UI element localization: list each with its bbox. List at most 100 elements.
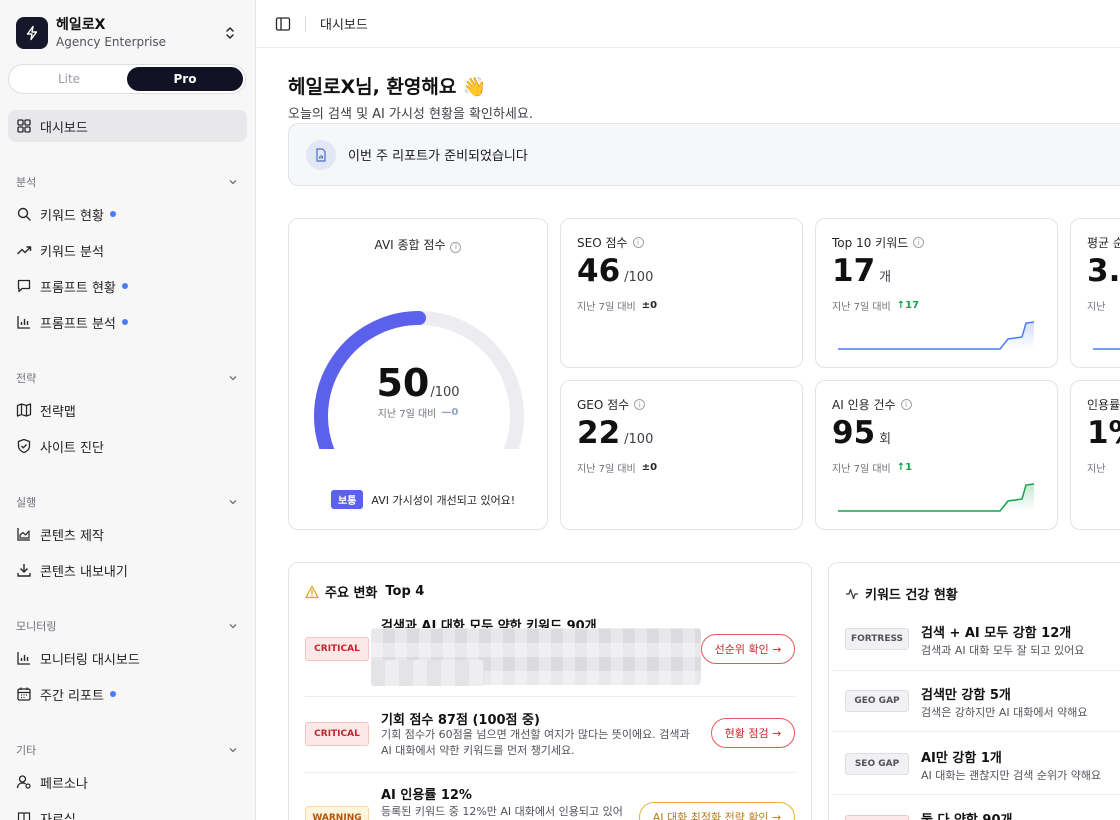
sidebar-item-site-diagnosis[interactable]: 사이트 진단 (8, 430, 247, 462)
avi-status-row: 보통 AVI 가시성이 개선되고 있어요! (331, 490, 515, 509)
metric-title: Top 10 키워드 i (832, 234, 925, 251)
metric-value: 3.9 (1087, 253, 1120, 289)
metric-value-row: 1% (1087, 415, 1120, 451)
health-item-fortress[interactable]: FORTRESS 검색 + AI 모두 강함 12개 검색과 AI 대화 모두 … (845, 626, 1120, 672)
change-title: AI 인용률 12% (381, 788, 472, 803)
metric-value-row: 46/100 (577, 253, 653, 289)
section-analysis[interactable]: 분석 (16, 174, 239, 190)
health-tag: FORTRESS (845, 628, 909, 650)
org-name: 헤일로X (56, 16, 106, 33)
priority-check-button[interactable]: 선순위 확인 → (701, 634, 795, 664)
plan-lite-button[interactable]: Lite (11, 67, 127, 91)
metric-compare: 지난 (1087, 464, 1106, 475)
sidebar-item-library[interactable]: 자료실 (8, 802, 247, 820)
health-tag: SEO GAP (845, 753, 909, 775)
section-label: 실행 (16, 496, 37, 509)
health-title: 둘 다 약함 90개 (921, 809, 1012, 820)
metric-value-row: 95 회 (832, 415, 891, 451)
chevron-down-icon (229, 376, 237, 381)
app-root: 헤일로X Agency Enterprise Lite Pro 대시보드 분석 … (0, 0, 1120, 820)
change-item: CRITICAL 기회 점수 87점 (100점 중) 기회 점수가 60점을 … (305, 709, 795, 769)
sidebar-item-content-export[interactable]: 콘텐츠 내보내기 (8, 554, 247, 586)
section-other[interactable]: 기타 (16, 742, 239, 758)
section-label: 모니터링 (16, 620, 57, 633)
metric-compare: 지난 7일 대비 ↑17 (832, 300, 920, 313)
sidebar-item-label: 페르소나 (40, 776, 88, 792)
sidebar-item-keyword-analysis[interactable]: 키워드 분석 (8, 234, 247, 266)
metric-compare: 지난 7일 대비 ↑1 (832, 462, 913, 475)
metric-value-row: 3.9 (1087, 253, 1120, 289)
info-icon[interactable]: i (632, 237, 644, 248)
sidebar-item-label: 콘텐츠 내보내기 (40, 564, 128, 580)
sidebar-toggle-icon[interactable] (275, 16, 291, 32)
avi-title-row: AVI 종합 점수 i (289, 236, 547, 253)
divider (305, 696, 795, 697)
report-banner-text: 이번 주 리포트가 준비되었습니다 (348, 149, 528, 164)
status-badge: 보통 (331, 490, 364, 509)
sidebar-item-label: 모니터링 대시보드 (40, 652, 140, 668)
metric-compare: 지난 7일 대비 ±0 (577, 300, 658, 313)
org-switcher[interactable]: 헤일로X Agency Enterprise (16, 15, 244, 51)
map-icon (16, 402, 32, 418)
divider (833, 670, 1120, 671)
org-plan: Agency Enterprise (56, 34, 167, 49)
user-cog-icon (16, 774, 32, 790)
bar-chart-icon (16, 314, 32, 330)
chevron-up-down-icon[interactable] (222, 25, 238, 41)
section-label: 전략 (16, 372, 37, 385)
sidebar-item-prompt-analysis[interactable]: 프롬프트 분석 (8, 306, 247, 338)
info-icon[interactable]: i (450, 241, 462, 253)
activity-icon (846, 588, 858, 599)
sidebar-item-label: 키워드 분석 (40, 244, 104, 260)
section-title: 키워드 건강 현황 (865, 588, 958, 603)
sidebar-item-prompt-status[interactable]: 프롬프트 현황 (8, 270, 247, 302)
metric-value: 95 (832, 415, 876, 451)
sidebar-item-weekly-report[interactable]: 주간 리포트 (8, 678, 247, 710)
severity-badge: CRITICAL (305, 637, 369, 661)
sidebar-item-persona[interactable]: 페르소나 (8, 766, 247, 798)
avi-score-max: /100 (430, 385, 460, 400)
change-item: WARNING AI 인용률 12% 등록된 키워드 중 12%만 AI 대화에… (305, 784, 795, 820)
metric-card-geo: GEO 점수 i 22/100 지난 7일 대비 ±0 (560, 380, 803, 530)
keyword-health-header: 키워드 건강 현황 (845, 584, 958, 603)
health-item-geo-gap[interactable]: GEO GAP 검색만 강함 5개 검색은 강하지만 AI 대화에서 약해요 (845, 688, 1120, 734)
sidebar-item-label: 콘텐츠 제작 (40, 528, 104, 544)
health-description: 검색은 강하지만 AI 대화에서 약해요 (921, 706, 1088, 719)
health-item-seo-gap[interactable]: SEO GAP AI만 강함 1개 AI 대화는 괜찮지만 검색 순위가 약해요 (845, 751, 1120, 797)
calendar-icon (16, 686, 32, 702)
health-item-both-weak[interactable]: 둘 다 약함 90개 (845, 813, 1120, 820)
section-monitoring[interactable]: 모니터링 (16, 618, 239, 634)
info-icon[interactable]: i (913, 237, 925, 248)
plan-pro-button[interactable]: Pro (127, 67, 243, 91)
change-title: 기회 점수 87점 (100점 중) (381, 713, 540, 728)
sidebar-item-strategy-map[interactable]: 전략맵 (8, 394, 247, 426)
report-banner[interactable]: 이번 주 리포트가 준비되었습니다 (288, 123, 1120, 186)
info-icon[interactable]: i (900, 399, 912, 410)
page-subtitle: 오늘의 검색 및 AI 가시성 현황을 확인하세요. (288, 107, 533, 122)
ai-optimization-button[interactable]: AI 대화 최적화 전략 확인 → (639, 802, 795, 820)
warning-triangle-icon (305, 585, 319, 598)
sidebar-item-keyword-status[interactable]: 키워드 현황 (8, 198, 247, 230)
section-label: 분석 (16, 176, 37, 189)
sidebar-item-label: 키워드 현황 (40, 208, 104, 224)
bar-chart-icon (16, 650, 32, 666)
chevron-down-icon (229, 624, 237, 629)
health-description: 검색과 AI 대화 모두 잘 되고 있어요 (921, 644, 1085, 657)
divider (833, 794, 1120, 795)
sidebar-item-dashboard[interactable]: 대시보드 (8, 110, 247, 142)
health-title: 검색만 강함 5개 (921, 688, 1011, 703)
avi-title: AVI 종합 점수 (374, 238, 446, 252)
page-title: 헤일로X님, 환영해요 👋 (288, 76, 487, 98)
section-execution[interactable]: 실행 (16, 494, 239, 510)
metric-value-row: 22/100 (577, 415, 653, 451)
sidebar-item-monitoring-dashboard[interactable]: 모니터링 대시보드 (8, 642, 247, 674)
status-check-button[interactable]: 현황 점검 → (711, 718, 795, 748)
section-strategy[interactable]: 전략 (16, 370, 239, 386)
avi-score-row: 50/100 (289, 361, 547, 405)
info-icon[interactable]: i (634, 399, 646, 410)
change-description: 기회 점수가 60점을 넘으면 개선할 여지가 많다는 뜻이에요. 검색과 AI… (381, 728, 690, 757)
sidebar-item-label: 사이트 진단 (40, 440, 104, 456)
metric-card-seo: SEO 점수 i 46/100 지난 7일 대비 ±0 (560, 218, 803, 368)
sidebar-item-content-create[interactable]: 콘텐츠 제작 (8, 518, 247, 550)
avi-compare: 지난 7일 대비 —0 (289, 405, 547, 420)
